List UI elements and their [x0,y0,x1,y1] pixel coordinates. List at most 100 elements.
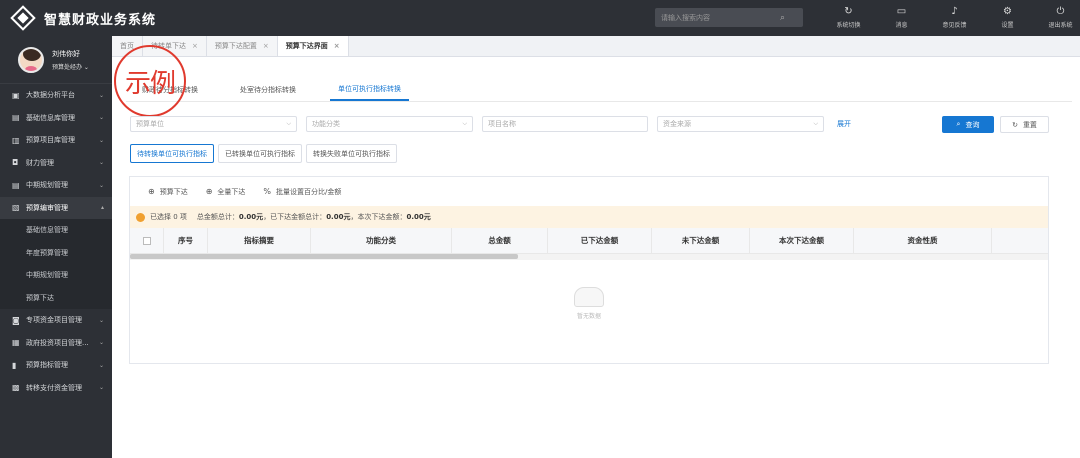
sidebar-item-2[interactable]: ▥ 预算项目库管理 ⌄ [0,129,112,152]
sidebar-subitem-0[interactable]: 基础信息管理 [0,219,112,242]
action-label: 批量设置百分比/金额 [276,187,342,196]
action-0[interactable]: ⊕ 预算下达 [148,187,188,197]
global-search: ⌕ [655,8,803,27]
page-tab-label: 预算下达配置 [214,42,257,50]
column-header: 本次下达金额 [750,228,854,253]
sidebar-subitem-2[interactable]: 中期规划管理 [0,264,112,287]
reset-icon: ↻ [1012,120,1018,129]
column-header: 已下达金额 [548,228,652,253]
filter-bar: 预算单位 ⌵ 功能分类 ⌵ 项目名称 资金来源 ⌵ 展开 [130,116,851,132]
sidebar-subitem-3[interactable]: 预算下达 [0,286,112,309]
top-action-1[interactable]: ▭ 消息 [875,0,928,36]
sidebar-item-0[interactable]: ▣ 大数据分析平台 ⌄ [0,84,112,107]
plus-circle-icon: ⊕ [148,187,155,196]
project-name-placeholder: 项目名称 [488,120,516,128]
chevron-down-icon: ⌄ [98,361,104,369]
menu-icon: ◘ [12,158,19,168]
sidebar-item-after-1[interactable]: ▦ 政府投资项目管理... ⌄ [0,332,112,355]
table-header: 序号 指标摘要 功能分类 总金额 已下达金额 未下达金额 本次下达金额 资金性质 [130,228,1048,254]
batch-actions: ⊕ 预算下达 ⊕ 全量下达% 批量设置百分比/金额 [130,177,1048,206]
project-name-input[interactable]: 项目名称 [482,116,648,132]
reset-label: 重置 [1022,120,1037,129]
chevron-down-icon: ⌄ [98,91,104,99]
action-1[interactable]: ⊕ 全量下达 [206,187,246,197]
user-role[interactable]: 预算处经办 ⌄ [52,62,89,71]
example-watermark: 示例 [114,45,186,117]
power-icon: ⏻ [1056,6,1065,17]
search-icon[interactable]: ⌕ [780,13,785,23]
sidebar-item-label: 财力管理 [26,158,54,167]
menu-icon: ▮ [12,360,17,370]
scrollbar-thumb[interactable] [130,254,518,259]
sidebar-item-label: 大数据分析平台 [26,91,75,100]
bell-icon: ♪ [951,6,958,17]
chevron-down-icon: ⌵ [813,120,818,127]
sidebar-item-after-3[interactable]: ▩ 转移支付资金管理 ⌄ [0,377,112,400]
segment-1[interactable]: 已转换单位可执行指标 [218,144,302,163]
close-icon[interactable]: × [192,42,198,50]
expand-link[interactable]: 展开 [837,119,851,129]
issued-value: 0.00元 [326,213,351,221]
top-action-label: 消息 [895,22,908,29]
top-action-label: 意见反馈 [942,22,967,29]
function-select-placeholder: 功能分类 [312,120,340,128]
app-logo[interactable]: 智慧财政业务系统 [10,5,156,31]
sidebar-subitem-1[interactable]: 年度预算管理 [0,241,112,264]
watermark-text: 示例 [124,68,176,99]
function-select[interactable]: 功能分类 ⌵ [306,116,473,132]
chevron-down-icon: ⌄ [98,384,104,392]
segment-0[interactable]: 待转换单位可执行指标 [130,144,214,163]
status-segments: 待转换单位可执行指标 已转换单位可执行指标 转换失败单位可执行指标 [130,144,401,163]
close-icon[interactable]: × [334,42,340,50]
sidebar-item-1[interactable]: ▤ 基础信息库管理 ⌄ [0,107,112,130]
message-icon: ▭ [896,6,907,17]
total-label: 总金额总计： [196,213,239,221]
action-2[interactable]: % 批量设置百分比/金额 [263,187,341,197]
percent-icon: % [263,187,272,196]
unit-select[interactable]: 预算单位 ⌵ [130,116,297,132]
sidebar-item-after-0[interactable]: ◙ 专项资金项目管理 ⌄ [0,309,112,332]
top-action-3[interactable]: ⚙ 设置 [981,0,1034,36]
sidebar-item-5[interactable]: ▧ 预算编审管理 ▴ [0,196,112,219]
sidebar-item-after-2[interactable]: ▮ 预算指标管理 ⌄ [0,354,112,377]
column-header: 功能分类 [311,228,452,253]
menu-icon: ▥ [12,135,20,145]
subtab-1[interactable]: 处室待分指标转换 [232,79,304,101]
chevron-up-icon: ▴ [100,204,104,212]
reset-button[interactable]: ↻ 重置 [1000,116,1049,133]
page-tab-label: 预算下达界面 [285,42,328,50]
column-header: 资金性质 [854,228,992,253]
sidebar-item-label: 转移支付资金管理 [26,383,82,392]
top-action-0[interactable]: ↻ 系统切换 [822,0,875,36]
divider [126,101,1072,102]
fund-source-select[interactable]: 资金来源 ⌵ [657,116,824,132]
empty-box-icon [574,287,604,307]
user-greeting: 刘伟你好 [52,49,80,58]
empty-text: 暂无数据 [576,313,601,320]
column-header: 序号 [164,228,208,253]
user-panel[interactable]: 刘伟你好 预算处经办 ⌄ [0,36,112,84]
sidebar-item-3[interactable]: ◘ 财力管理 ⌄ [0,152,112,175]
search-input[interactable] [655,13,780,22]
horizontal-scrollbar[interactable] [130,254,1048,260]
sidebar-item-4[interactable]: ▤ 中期规划管理 ⌄ [0,174,112,197]
top-action-2[interactable]: ♪ 意见反馈 [928,0,981,36]
close-icon[interactable]: × [263,42,269,50]
segment-2[interactable]: 转换失败单位可执行指标 [306,144,397,163]
menu-icon: ▩ [12,383,20,393]
sidebar-nav: ▣ 大数据分析平台 ⌄ ▤ 基础信息库管理 ⌄ ▥ 预算项目库管理 ⌄ ◘ 财力管理 ⌄ ▤ 中期规划管理… [0,84,112,399]
top-actions: ↻ 系统切换 ▭ 消息 ♪ 意见反馈 ⚙ 设置 ⏻ 退出系统 [822,0,1080,36]
sidebar-item-label: 中期规划管理 [26,181,68,190]
select-all-checkbox[interactable] [142,236,151,245]
top-action-4[interactable]: ⏻ 退出系统 [1034,0,1080,36]
action-label: 预算下达 [159,187,188,196]
unit-select-placeholder: 预算单位 [136,120,164,128]
plus-circle-icon: ⊕ [205,187,213,196]
page-tab-3[interactable]: 预算下达界面 × [277,36,349,56]
chevron-down-icon: ⌄ [98,316,104,324]
top-action-label: 退出系统 [1048,22,1073,29]
query-button[interactable]: ⌕ 查询 [942,116,994,133]
subtab-2[interactable]: 单位可执行指标转换 [330,79,409,101]
page-tab-2[interactable]: 预算下达配置 × [206,36,278,56]
avatar[interactable] [18,46,44,73]
